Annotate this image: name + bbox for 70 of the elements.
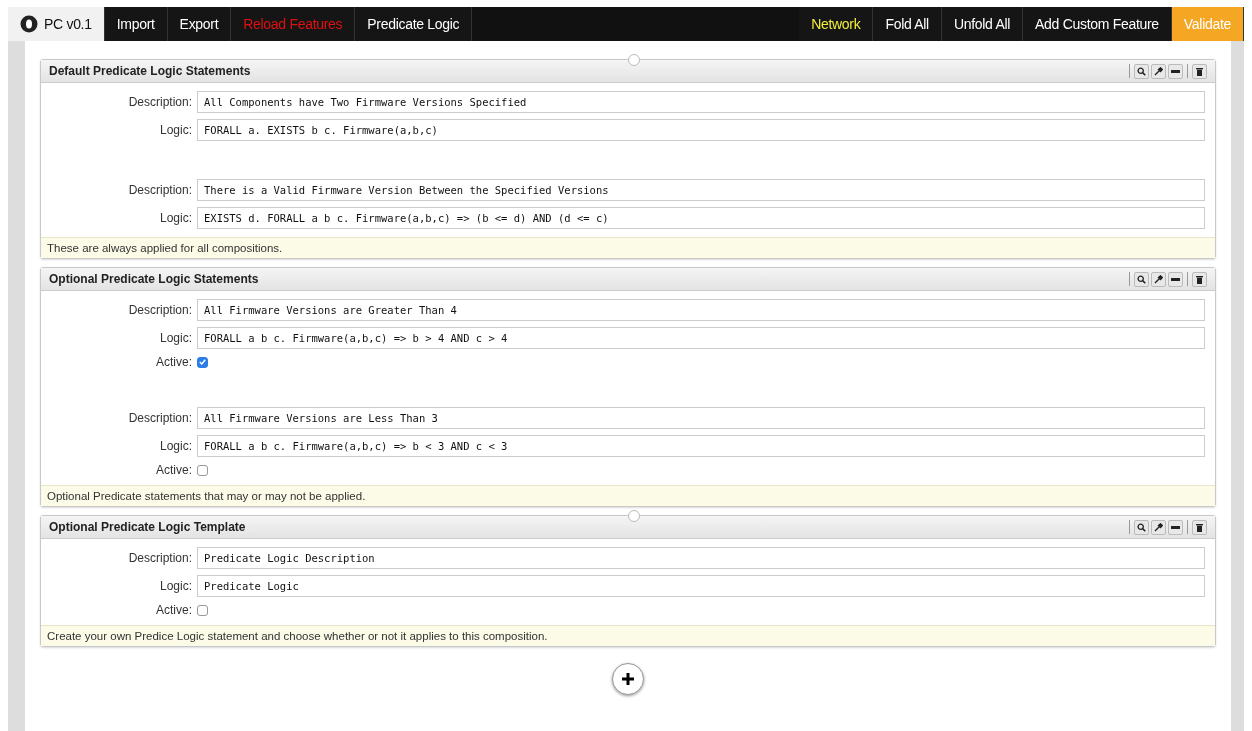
delete-button[interactable] xyxy=(1192,519,1207,535)
menu-item[interactable]: Import xyxy=(104,7,168,41)
field-label: Description: xyxy=(127,551,193,565)
logo-icon xyxy=(20,15,38,33)
logic-field[interactable]: EXISTS d. FORALL a b c. Firmware(a,b,c) => (b <= d) AND (d <= c) xyxy=(197,207,1205,229)
menu-item[interactable]: Add Custom Feature xyxy=(1023,7,1172,41)
delete-button[interactable] xyxy=(1192,63,1207,79)
field-label: Description: xyxy=(127,303,193,317)
menu-item[interactable]: Unfold All xyxy=(941,7,1024,41)
search-button[interactable] xyxy=(1134,519,1149,535)
field-label: Logic: xyxy=(158,123,193,137)
connector-handle[interactable] xyxy=(628,510,640,522)
field-label: Logic: xyxy=(158,579,193,593)
description-field[interactable]: All Firmware Versions are Less Than 3 xyxy=(197,407,1205,429)
minimize-button[interactable] xyxy=(1168,271,1183,287)
wrench-icon xyxy=(1154,522,1163,532)
logic-field[interactable]: Predicate Logic xyxy=(197,575,1205,597)
field-label: Logic: xyxy=(158,211,193,225)
panel-note: Optional Predicate statements that may or may not be applied. xyxy=(41,485,1215,506)
menu-item[interactable]: Reload Features xyxy=(231,7,356,41)
wrench-icon xyxy=(1154,274,1163,284)
panel-title: Default Predicate Logic Statements xyxy=(49,64,251,78)
logic-field[interactable]: FORALL a b c. Firmware(a,b,c) => b > 4 AND c > 4 xyxy=(197,327,1205,349)
search-button[interactable] xyxy=(1134,271,1149,287)
trash-icon xyxy=(1196,522,1203,532)
field-label: Active: xyxy=(155,355,193,369)
trash-icon xyxy=(1196,274,1203,284)
logic-field[interactable]: FORALL a. EXISTS b c. Firmware(a,b,c) xyxy=(197,119,1205,141)
logic-field[interactable]: FORALL a b c. Firmware(a,b,c) => b < 3 AND c < 3 xyxy=(197,435,1205,457)
search-button[interactable] xyxy=(1134,63,1149,79)
description-field[interactable]: There is a Valid Firmware Version Between the Specified Versions xyxy=(197,179,1205,201)
panel-note: These are always applied for all compositions. xyxy=(41,237,1215,258)
active-checkbox[interactable] xyxy=(197,464,208,476)
panel-title: Optional Predicate Logic Statements xyxy=(49,272,259,286)
menu-item[interactable]: Export xyxy=(167,7,232,41)
menu-item[interactable]: PC v0.1 xyxy=(8,7,105,41)
panel-note: Create your own Predice Logic statement and choose whether or not it applies to this composition. xyxy=(41,625,1215,646)
minimize-button[interactable] xyxy=(1168,63,1183,79)
minimize-button[interactable] xyxy=(1168,519,1183,535)
menu-item[interactable]: Network xyxy=(799,7,874,41)
field-label: Active: xyxy=(155,463,193,477)
add-button[interactable] xyxy=(612,663,644,695)
field-label: Description: xyxy=(127,95,193,109)
menu-item[interactable]: Fold All xyxy=(873,7,942,41)
settings-button[interactable] xyxy=(1151,271,1166,287)
description-field[interactable]: All Firmware Versions are Greater Than 4 xyxy=(197,299,1205,321)
minus-icon xyxy=(1171,277,1180,281)
trash-icon xyxy=(1196,66,1203,76)
plus-icon xyxy=(622,673,634,685)
menu-item[interactable]: Predicate Logic xyxy=(355,7,473,41)
field-label: Active: xyxy=(155,603,193,617)
minus-icon xyxy=(1171,69,1180,73)
active-checkbox[interactable] xyxy=(197,604,208,616)
delete-button[interactable] xyxy=(1192,271,1207,287)
wrench-icon xyxy=(1154,66,1163,76)
field-label: Description: xyxy=(127,411,193,425)
connector-handle[interactable] xyxy=(628,54,640,66)
description-field[interactable]: Predicate Logic Description xyxy=(197,547,1205,569)
search-icon xyxy=(1137,522,1146,532)
search-icon xyxy=(1137,274,1146,284)
active-checkbox[interactable] xyxy=(197,356,208,368)
field-label: Description: xyxy=(127,183,193,197)
minus-icon xyxy=(1171,525,1180,529)
field-label: Logic: xyxy=(158,439,193,453)
settings-button[interactable] xyxy=(1151,519,1166,535)
settings-button[interactable] xyxy=(1151,63,1166,79)
description-field[interactable]: All Components have Two Firmware Versions Specified xyxy=(197,91,1205,113)
field-label: Logic: xyxy=(158,331,193,345)
search-icon xyxy=(1137,66,1146,76)
panel-title: Optional Predicate Logic Template xyxy=(49,520,246,534)
